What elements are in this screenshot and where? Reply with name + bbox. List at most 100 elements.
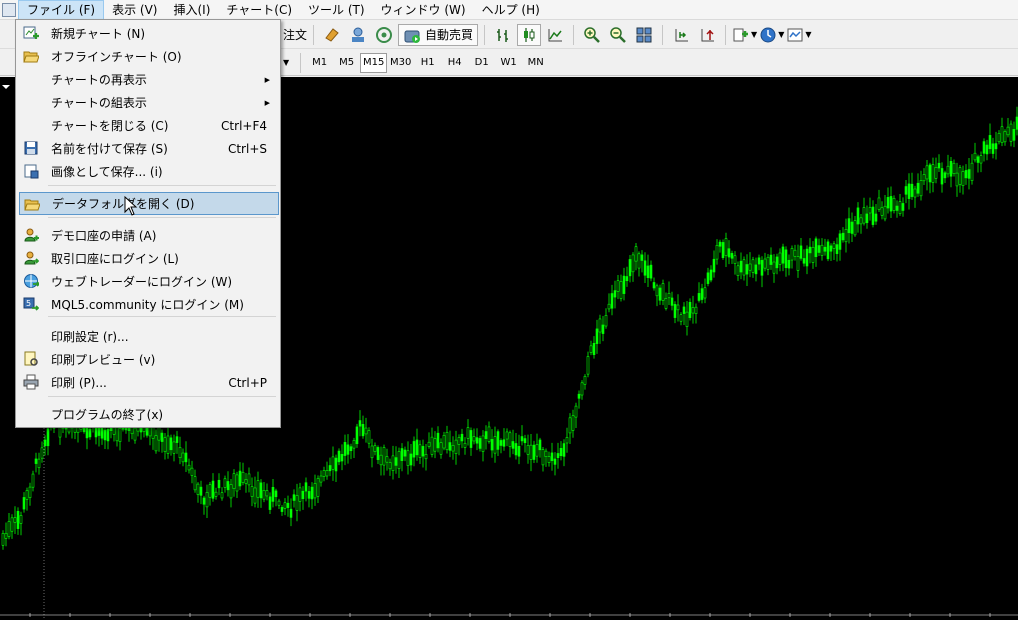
file-menu-item-new-chart[interactable]: 新規チャート (N): [19, 22, 279, 45]
candle-body: [886, 197, 890, 209]
file-menu-item-user-login[interactable]: 取引口座にログイン (L): [19, 247, 279, 270]
candle-body: [208, 484, 212, 498]
file-menu-item-folder[interactable]: データフォルダを開く (D): [19, 192, 279, 215]
menu-tools[interactable]: ツール (T): [300, 0, 373, 20]
timeframe-mn-button[interactable]: MN: [522, 53, 549, 73]
menu-separator: [48, 396, 276, 397]
chevron-right-icon: ▶: [264, 98, 270, 107]
file-menu-item-save-image[interactable]: 画像として保存... (i): [19, 160, 279, 183]
file-menu-item-user-add[interactable]: デモ口座の申請 (A): [19, 224, 279, 247]
file-menu-item-item-12[interactable]: 印刷設定 (r)...: [19, 325, 279, 348]
candle-body: [772, 261, 776, 274]
candle-body: [1006, 126, 1010, 136]
timeframe-m5-button[interactable]: M5: [333, 53, 360, 73]
candle-body: [43, 439, 47, 447]
file-menu-item-printer[interactable]: 印刷 (P)... Ctrl+P: [19, 371, 279, 394]
candle-body: [901, 203, 905, 211]
file-menu-item-mql5[interactable]: 5 MQL5.community にログイン (M): [19, 293, 279, 316]
candle-body: [226, 481, 230, 491]
chart-shift-icon: [675, 28, 689, 41]
chevron-down-icon[interactable]: ▼: [283, 58, 289, 67]
candle-body: [430, 436, 434, 455]
file-menu-item-item-3[interactable]: チャートの組表示 ▶: [19, 91, 279, 114]
timeframe-m30-button[interactable]: M30: [387, 53, 414, 73]
candle-body: [574, 405, 578, 418]
file-menu-item-item-2[interactable]: チャートの再表示 ▶: [19, 68, 279, 91]
folder-icon: [24, 199, 40, 211]
candle-body: [349, 446, 353, 452]
menu-item-label: プログラムの終了(x): [51, 408, 164, 422]
file-menu-item-globe[interactable]: ウェブトレーダーにログイン (W): [19, 270, 279, 293]
timeframe-m15-button[interactable]: M15: [360, 52, 388, 73]
candle-body: [871, 206, 875, 225]
timeframe-h1-button[interactable]: H1: [414, 53, 441, 73]
file-menu-item-save[interactable]: 名前を付けて保存 (S) Ctrl+S: [19, 137, 279, 160]
indicators-button[interactable]: ▼: [732, 24, 757, 46]
zoom-out-button[interactable]: [606, 24, 630, 46]
file-menu-item-folder-open[interactable]: オフラインチャート (O): [19, 45, 279, 68]
candle-body: [583, 376, 587, 385]
candle-body: [346, 444, 350, 455]
menu-help[interactable]: ヘルプ (H): [474, 0, 548, 20]
candle-body: [133, 427, 137, 441]
menu-chart[interactable]: チャート(C): [218, 0, 300, 20]
candle-body: [802, 258, 806, 264]
bar-chart-button[interactable]: [491, 24, 515, 46]
timeframe-m1-button[interactable]: M1: [306, 53, 333, 73]
candle-body: [241, 471, 245, 483]
tile-windows-button[interactable]: [632, 24, 656, 46]
print-preview-icon: [24, 351, 38, 366]
candle-body: [820, 244, 824, 256]
candle-body: [652, 282, 656, 289]
menu-item-label: オフラインチャート (O): [51, 50, 182, 64]
candle-body: [337, 450, 341, 463]
candle-body: [412, 441, 416, 458]
candle-body: [580, 382, 584, 396]
signals-button[interactable]: [372, 24, 396, 46]
periods-button[interactable]: ▼: [759, 24, 784, 46]
zoom-in-button[interactable]: [580, 24, 604, 46]
timeframe-d1-button[interactable]: D1: [468, 53, 495, 73]
navigator-button[interactable]: [320, 24, 344, 46]
candle-body: [154, 435, 158, 452]
file-menu-item-item-4[interactable]: チャートを閉じる (C) Ctrl+F4: [19, 114, 279, 137]
candle-body: [169, 437, 173, 451]
candle-body: [850, 221, 854, 234]
candlestick-button[interactable]: [517, 23, 542, 46]
menu-view[interactable]: 表示 (V): [104, 0, 165, 20]
line-chart-button[interactable]: [543, 24, 567, 46]
candle-body: [709, 269, 713, 281]
candle-body: [442, 435, 446, 449]
auto-trading-button[interactable]: 自動売買: [398, 23, 479, 46]
app-icon[interactable]: [2, 2, 16, 17]
terminal-button[interactable]: [346, 24, 370, 46]
menu-window[interactable]: ウィンドウ (W): [373, 0, 474, 20]
candle-body: [352, 440, 356, 449]
menu-file[interactable]: ファイル (F): [18, 0, 105, 20]
candle-body: [928, 164, 932, 183]
autoscroll-button[interactable]: [695, 24, 719, 46]
timeframe-h4-button[interactable]: H4: [441, 53, 468, 73]
save-image-icon: [24, 164, 39, 179]
candle-body: [973, 152, 977, 161]
new-order-button[interactable]: 注文: [283, 24, 307, 46]
candle-body: [217, 479, 221, 489]
templates-button[interactable]: ▼: [786, 24, 812, 46]
zoom-out-icon: [610, 26, 626, 43]
candle-body: [766, 256, 770, 270]
candle-body: [28, 486, 32, 498]
candle-body: [961, 171, 965, 186]
file-menu-item-item-15[interactable]: プログラムの終了(x): [19, 403, 279, 426]
chart-shift-button[interactable]: [669, 24, 693, 46]
candle-body: [223, 478, 227, 488]
menu-insert[interactable]: 挿入(I): [165, 0, 218, 20]
candle-body: [307, 491, 311, 499]
candle-body: [277, 500, 281, 506]
candle-body: [115, 426, 119, 442]
candle-body: [847, 218, 851, 234]
file-menu-item-print-preview[interactable]: 印刷プレビュー (v): [19, 348, 279, 371]
candle-body: [613, 290, 617, 298]
timeframe-w1-button[interactable]: W1: [495, 53, 522, 73]
candle-body: [889, 196, 893, 212]
candle-body: [970, 162, 974, 181]
